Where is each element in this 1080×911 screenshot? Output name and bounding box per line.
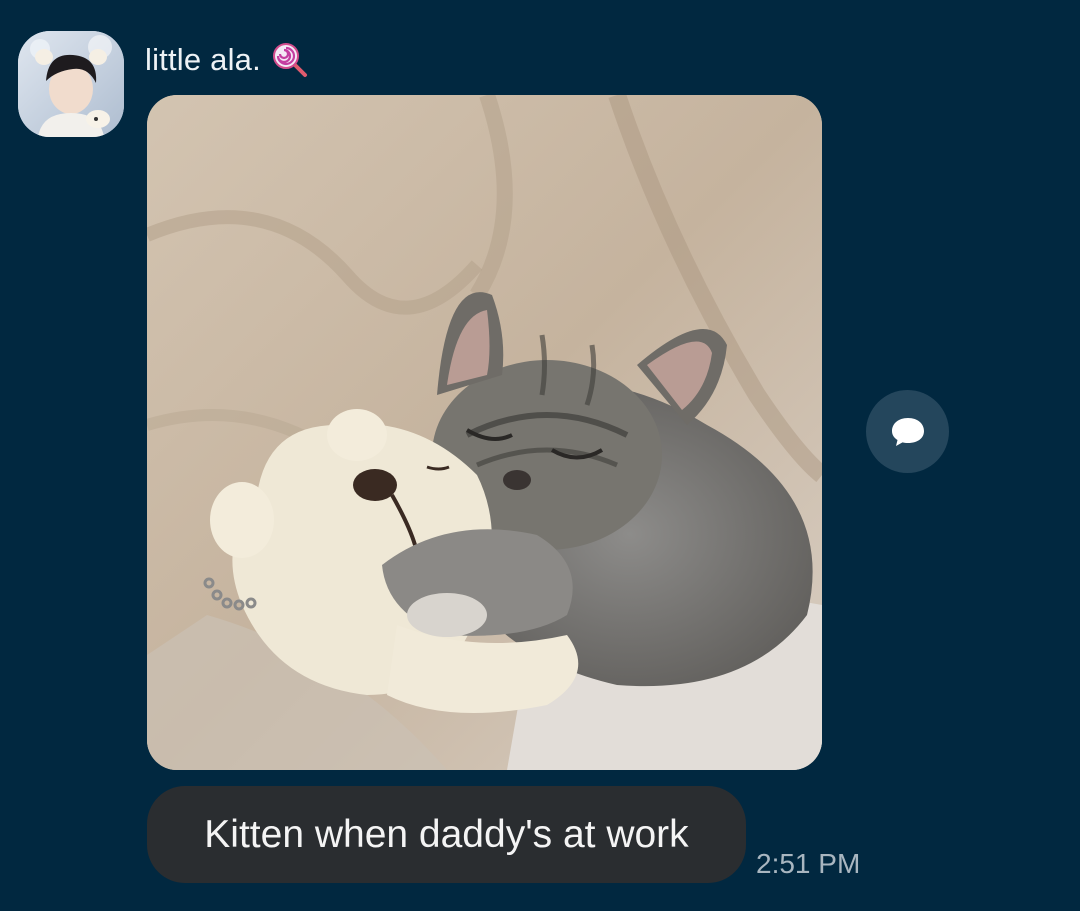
message-text: Kitten when daddy's at work xyxy=(204,812,689,856)
lollipop-icon xyxy=(271,41,309,79)
reply-button[interactable] xyxy=(866,390,949,473)
sender-header: little ala. xyxy=(145,40,309,80)
message-photo[interactable] xyxy=(147,95,822,770)
kitten-with-plush-photo xyxy=(147,95,822,770)
sender-avatar[interactable] xyxy=(18,31,124,137)
speech-bubble-icon xyxy=(890,415,926,449)
sender-name[interactable]: little ala. xyxy=(145,42,261,78)
message-timestamp: 2:51 PM xyxy=(756,848,861,879)
avatar-image xyxy=(18,31,124,137)
message-bubble[interactable]: Kitten when daddy's at work xyxy=(147,786,746,883)
